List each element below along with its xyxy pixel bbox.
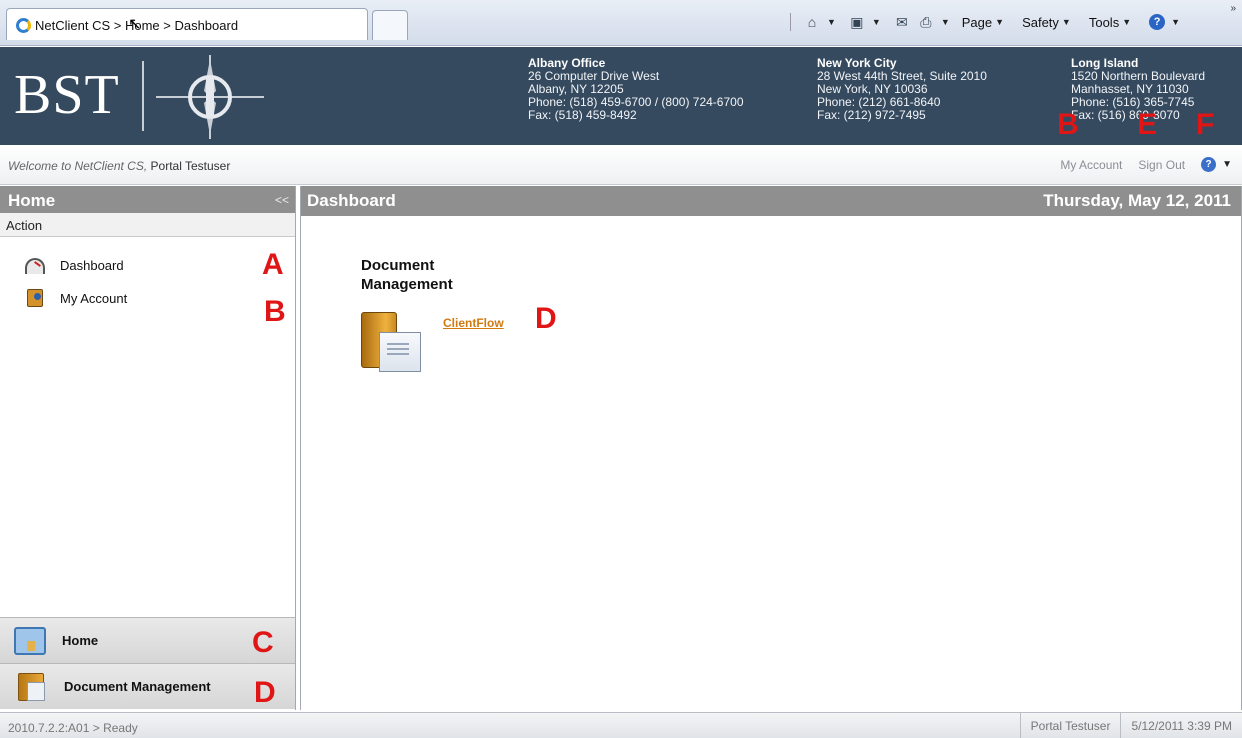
dashboard-gauge-icon (25, 258, 45, 274)
new-tab-button[interactable] (372, 10, 408, 40)
logo-divider (142, 61, 144, 131)
document-shape (379, 332, 421, 372)
clientflow-folder-icon[interactable] (361, 312, 425, 372)
annotation-b: B (1057, 108, 1079, 141)
nav-document-management-label: Document Management (64, 679, 211, 694)
left-panel-header: Home << (0, 186, 295, 213)
main-panel-title: Dashboard (307, 191, 396, 210)
tools-menu[interactable]: Tools ▼ (1089, 15, 1137, 30)
welcome-message: Welcome to NetClient CS, Portal Testuser (8, 159, 230, 173)
safety-menu[interactable]: Safety ▼ (1022, 15, 1077, 30)
account-links: My Account Sign Out ? ▼ (1060, 157, 1232, 172)
sidebar-item-dashboard[interactable]: Dashboard (0, 249, 295, 282)
status-right: Portal Testuser 5/12/2011 3:39 PM (1019, 713, 1242, 738)
office-fax: Fax: (212) 972-7495 (817, 108, 926, 122)
chevron-down-icon: ▼ (1061, 17, 1071, 27)
bst-logo-text: BST (14, 64, 120, 126)
clientflow-link[interactable]: ClientFlow (443, 316, 504, 330)
status-datetime: 5/12/2011 3:39 PM (1120, 713, 1242, 738)
nav-document-management-button[interactable]: Document Management (0, 663, 295, 709)
nav-home-label: Home (62, 633, 99, 648)
current-date: Thursday, May 12, 2011 (1043, 191, 1231, 210)
help-icon[interactable]: ? (1201, 157, 1217, 172)
sign-out-link[interactable]: Sign Out (1138, 158, 1185, 172)
welcome-bar: Welcome to NetClient CS, Portal Testuser… (0, 145, 1242, 185)
folder-document-icon (18, 672, 45, 701)
help-dropdown-icon[interactable]: ▼ (1171, 17, 1180, 27)
annotation-e: E (1137, 108, 1158, 141)
command-bar-divider (790, 13, 791, 31)
print-dropdown-icon[interactable]: ▼ (941, 17, 950, 27)
browser-help-icon[interactable]: ? (1149, 14, 1166, 30)
action-label: Action (0, 213, 295, 237)
toolbar-overflow-icon[interactable]: » (1230, 3, 1236, 14)
page-menu[interactable]: Page ▼ (962, 15, 1010, 30)
annotation-c: C (252, 626, 274, 659)
tools-menu-label: Tools (1088, 14, 1120, 30)
command-bar: ⌂ ▼ ▣ ▼ ✉ ⎙ ▼ Page ▼ Safety ▼ Tools ▼ ? ▼ (790, 13, 1186, 31)
home-dropdown-icon[interactable]: ▼ (827, 17, 836, 27)
status-user: Portal Testuser (1019, 713, 1121, 738)
browser-favicon-icon (16, 18, 31, 33)
chevron-down-icon: ▼ (1122, 17, 1132, 27)
sidebar-item-label: Dashboard (60, 258, 124, 273)
annotation-d: D (535, 302, 557, 335)
bst-logo-icon (156, 55, 264, 139)
office-albany: Albany Office 26 Computer Drive West Alb… (528, 57, 744, 122)
welcome-user: Portal Testuser (150, 159, 231, 173)
browser-tab[interactable]: NetClient CS > Home > Dashboard (6, 8, 368, 40)
status-version: 2010.7.2.2:A01 > Ready (8, 721, 138, 735)
annotation-a: A (262, 248, 284, 281)
feeds-icon[interactable]: ▣ (848, 14, 866, 30)
feeds-dropdown-icon[interactable]: ▼ (872, 17, 881, 27)
site-header: BST Albany Office 26 Computer Drive West… (0, 47, 1242, 145)
chevron-down-icon: ▼ (995, 17, 1005, 27)
main-panel-header: Dashboard Thursday, May 12, 2011 (301, 186, 1241, 216)
app-window: NetClient CS > Home > Dashboard ↖ ⌂ ▼ ▣ ▼ … (0, 0, 1242, 738)
annotation-b: B (264, 295, 286, 328)
mail-icon[interactable]: ✉ (893, 14, 911, 30)
office-new-york: New York City 28 West 44th Street, Suite… (817, 57, 987, 122)
help-dropdown-icon[interactable]: ▼ (1222, 159, 1232, 170)
status-bar: 2010.7.2.2:A01 > Ready Portal Testuser 5… (0, 712, 1242, 738)
sidebar-item-my-account[interactable]: My Account (0, 282, 295, 315)
welcome-greeting: Welcome to NetClient CS, (8, 159, 148, 173)
home-icon[interactable]: ⌂ (803, 14, 821, 30)
browser-toolbar: NetClient CS > Home > Dashboard ↖ ⌂ ▼ ▣ ▼ … (0, 0, 1242, 46)
user-card-icon (27, 289, 43, 307)
my-account-link[interactable]: My Account (1060, 158, 1122, 172)
annotation-f: F (1196, 108, 1215, 141)
mouse-pointer-icon: ↖ (128, 16, 142, 33)
collapse-panel-button[interactable]: << (275, 193, 289, 207)
office-fax: Fax: (518) 459-8492 (528, 108, 637, 122)
page-menu-label: Page (961, 14, 993, 30)
print-icon[interactable]: ⎙ (917, 14, 935, 30)
nav-home-button[interactable]: Home (0, 617, 295, 663)
house-icon (14, 626, 46, 655)
safety-menu-label: Safety (1022, 14, 1059, 30)
left-panel-title: Home (8, 191, 56, 210)
annotation-d: D (254, 676, 276, 709)
section-title: Document Management (361, 257, 453, 293)
main-panel: Dashboard Thursday, May 12, 2011 Documen… (300, 186, 1242, 710)
sidebar-item-label: My Account (60, 291, 128, 306)
